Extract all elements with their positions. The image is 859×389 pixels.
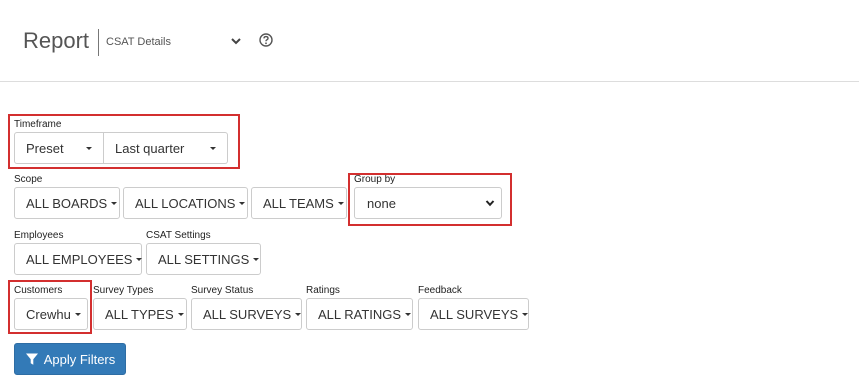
survey-status-value: ALL SURVEYS [203, 306, 292, 322]
chevron-down-icon [231, 38, 241, 45]
timeframe-mode-dropdown[interactable]: Preset [14, 132, 104, 164]
boards-value: ALL BOARDS [26, 195, 108, 211]
group-by-label: Group by [354, 174, 396, 185]
caret-down-icon [177, 312, 184, 316]
apply-filters-button[interactable]: Apply Filters [14, 343, 126, 375]
csat-settings-label: CSAT Settings [146, 230, 211, 241]
employees-label: Employees [14, 230, 64, 241]
locations-dropdown[interactable]: ALL LOCATIONS [123, 187, 248, 219]
teams-value: ALL TEAMS [263, 195, 334, 211]
caret-down-icon [522, 312, 529, 316]
page-header: Report CSAT Details [0, 0, 859, 82]
employees-dropdown[interactable]: ALL EMPLOYEES [14, 243, 143, 275]
chevron-down-icon [485, 200, 495, 207]
timeframe-period-dropdown[interactable]: Last quarter [104, 132, 228, 164]
timeframe-mode-value: Preset [26, 140, 64, 156]
ratings-dropdown[interactable]: ALL RATINGS [306, 298, 413, 330]
ratings-value: ALL RATINGS [318, 306, 402, 322]
ratings-label: Ratings [306, 285, 340, 296]
caret-down-icon [253, 257, 260, 261]
caret-down-icon [74, 312, 81, 316]
feedback-dropdown[interactable]: ALL SURVEYS [418, 298, 529, 330]
caret-down-icon [337, 201, 344, 205]
page-title: Report [23, 28, 90, 53]
timeframe-label: Timeframe [14, 119, 62, 130]
survey-status-dropdown[interactable]: ALL SURVEYS [191, 298, 302, 330]
survey-types-value: ALL TYPES [105, 306, 174, 322]
timeframe-period-value: Last quarter [115, 140, 185, 156]
survey-status-label: Survey Status [191, 285, 254, 296]
teams-dropdown[interactable]: ALL TEAMS [251, 187, 347, 219]
caret-down-icon [295, 312, 302, 316]
report-type-select[interactable]: CSAT Details [106, 31, 246, 53]
report-type-label: CSAT Details [106, 36, 172, 48]
feedback-value: ALL SURVEYS [430, 306, 519, 322]
customers-label: Customers [14, 285, 63, 296]
csat-settings-dropdown[interactable]: ALL SETTINGS [146, 243, 261, 275]
caret-down-icon [405, 312, 412, 316]
feedback-label: Feedback [418, 285, 462, 296]
customers-dropdown[interactable]: Crewhu [14, 298, 88, 330]
survey-types-dropdown[interactable]: ALL TYPES [93, 298, 187, 330]
survey-types-label: Survey Types [93, 285, 154, 296]
caret-down-icon [136, 257, 143, 261]
filter-icon [25, 353, 38, 365]
scope-label: Scope [14, 174, 43, 185]
apply-filters-label: Apply Filters [43, 351, 116, 367]
caret-down-icon [239, 201, 246, 205]
caret-down-icon [111, 201, 118, 205]
help-icon[interactable] [259, 33, 273, 47]
employees-value: ALL EMPLOYEES [26, 251, 133, 267]
title-divider [98, 29, 99, 56]
group-by-select[interactable]: none [354, 187, 502, 219]
csat-settings-value: ALL SETTINGS [158, 251, 250, 267]
boards-dropdown[interactable]: ALL BOARDS [14, 187, 120, 219]
caret-down-icon [86, 146, 92, 150]
group-by-value: none [367, 195, 396, 211]
locations-value: ALL LOCATIONS [135, 195, 236, 211]
caret-down-icon [210, 146, 216, 150]
customers-value: Crewhu [26, 306, 71, 322]
